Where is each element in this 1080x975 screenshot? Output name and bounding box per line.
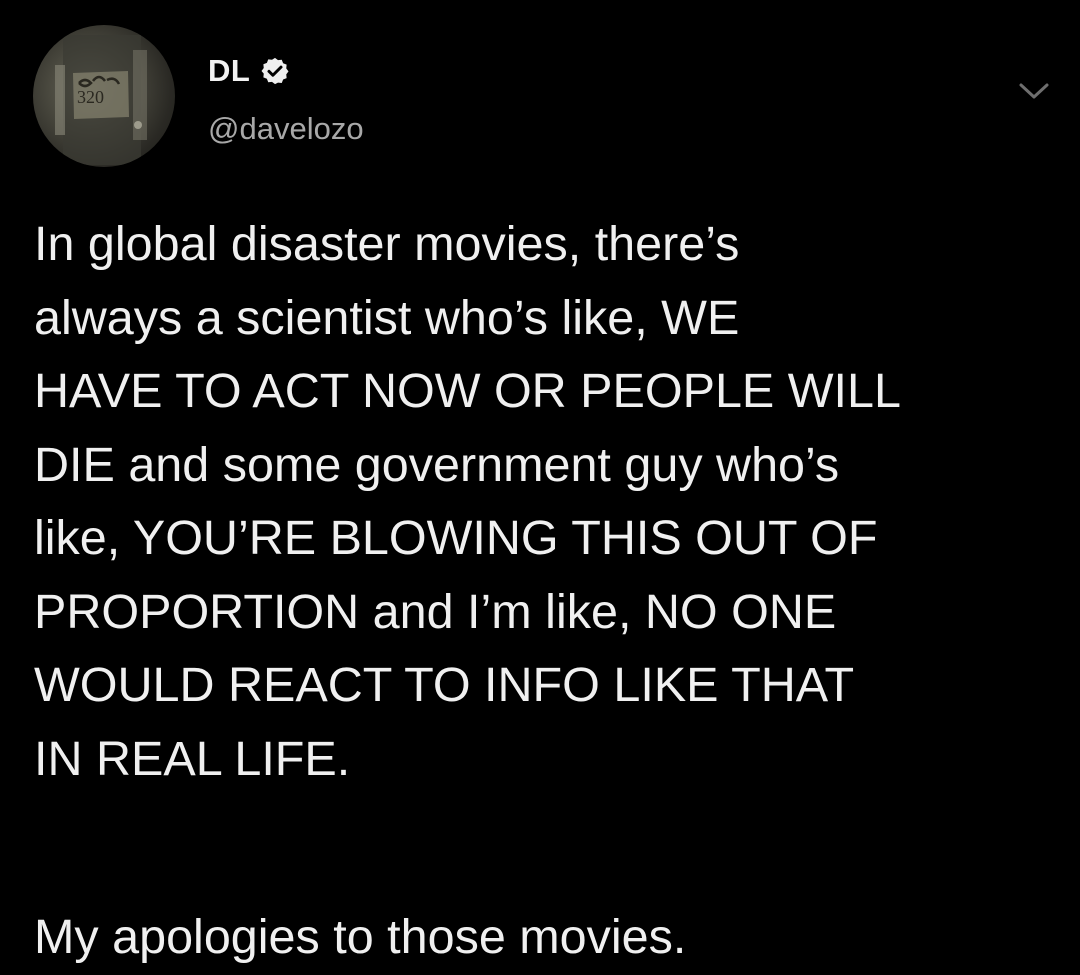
tweet-line: always a scientist who’s like, WE bbox=[34, 290, 740, 345]
tweet-line: like, YOU’RE BLOWING THIS OUT OF bbox=[34, 511, 878, 565]
tweet-card: 320 DL @davelozo In global disaster movi… bbox=[0, 0, 1080, 975]
display-name[interactable]: DL bbox=[208, 53, 250, 89]
tweet-line: HAVE TO ACT NOW OR PEOPLE WILL bbox=[34, 364, 901, 418]
tweet-closing-line: My apologies to those movies. bbox=[34, 910, 687, 964]
avatar[interactable]: 320 bbox=[33, 25, 175, 167]
author-names: DL @davelozo bbox=[208, 51, 364, 147]
tweet-header: 320 DL @davelozo bbox=[33, 25, 1053, 175]
display-name-row: DL bbox=[208, 51, 364, 91]
tweet-line: IN REAL LIFE. bbox=[34, 731, 351, 786]
tweet-closing-paragraph: My apologies to those movies. bbox=[34, 901, 1054, 975]
verified-badge-icon bbox=[261, 57, 289, 85]
tweet-line: In global disaster movies, there’s bbox=[34, 217, 740, 271]
tweet-line: WOULD REACT TO INFO LIKE THAT bbox=[34, 658, 855, 712]
tweet-text: In global disaster movies, there’s alway… bbox=[34, 208, 1054, 975]
tweet-line: DIE and some government guy who’s bbox=[34, 437, 840, 492]
avatar-image: 320 bbox=[55, 35, 147, 165]
tweet-paragraph: In global disaster movies, there’s alway… bbox=[34, 208, 1054, 796]
tweet-line: PROPORTION and I’m like, NO ONE bbox=[34, 584, 837, 639]
avatar-mark-text: 320 bbox=[77, 87, 104, 107]
user-handle[interactable]: @davelozo bbox=[208, 111, 364, 147]
chevron-down-icon[interactable] bbox=[1017, 80, 1051, 102]
